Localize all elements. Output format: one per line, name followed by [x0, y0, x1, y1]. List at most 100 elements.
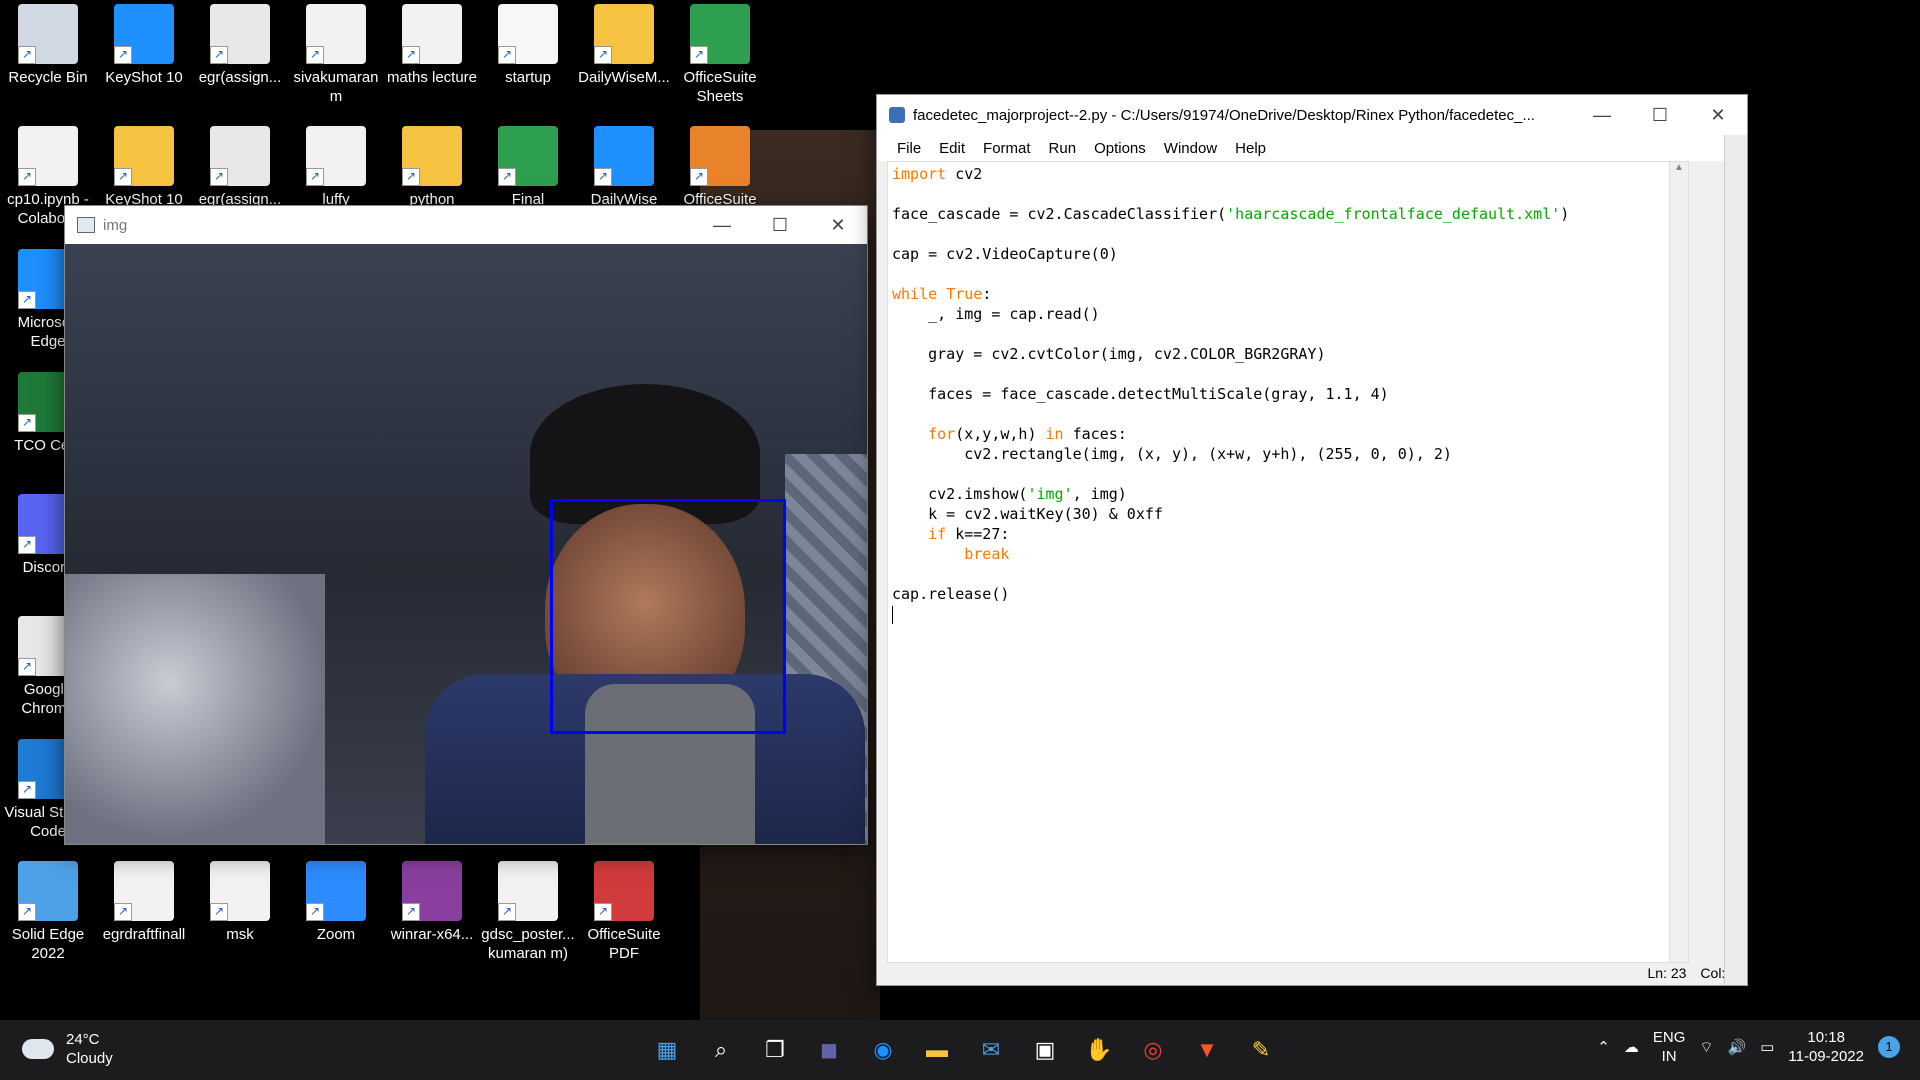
shortcut-arrow-icon: ↗ [210, 168, 228, 186]
code-editor[interactable]: import cv2 face_cascade = cv2.CascadeCla… [887, 161, 1689, 963]
desktop-icon[interactable]: ↗ KeyShot 10 [96, 4, 192, 87]
desktop-icon[interactable]: ↗ gdsc_poster... kumaran m) [480, 861, 576, 963]
shortcut-arrow-icon: ↗ [210, 903, 228, 921]
maximize-button[interactable]: ☐ [751, 215, 809, 236]
desktop-icon[interactable]: ↗ winrar-x64... [384, 861, 480, 944]
idle-titlebar[interactable]: facedetec_majorproject--2.py - C:/Users/… [877, 95, 1747, 135]
desktop-icon-label: Solid Edge 2022 [11, 926, 85, 962]
menu-edit[interactable]: Edit [930, 140, 974, 157]
store-button[interactable]: ▣ [1025, 1030, 1065, 1070]
shortcut-arrow-icon: ↗ [690, 168, 708, 186]
chrome-doc-icon: ↗ [498, 861, 558, 921]
sheets-icon: ↗ [498, 126, 558, 186]
shortcut-arrow-icon: ↗ [306, 168, 324, 186]
wifi-icon[interactable]: ⌔ [1699, 1038, 1713, 1057]
document-icon: ↗ [210, 126, 270, 186]
idle-editor-window[interactable]: facedetec_majorproject--2.py - C:/Users/… [876, 94, 1748, 986]
desktop-icon[interactable]: ↗ maths lecture [384, 4, 480, 87]
desktop-icon[interactable]: ↗ Zoom [288, 861, 384, 944]
desktop-icon-label: startup [505, 69, 551, 86]
shortcut-arrow-icon: ↗ [210, 46, 228, 64]
mail-button[interactable]: ✉ [971, 1030, 1011, 1070]
inkscape-button[interactable]: ✋ [1079, 1030, 1119, 1070]
close-button[interactable]: ✕ [1689, 105, 1747, 126]
idle-statusbar: Ln: 23 Col: 0 [887, 961, 1737, 985]
clock[interactable]: 10:18 11-09-2022 [1788, 1028, 1864, 1066]
menu-window[interactable]: Window [1155, 140, 1226, 157]
close-button[interactable]: ✕ [809, 215, 867, 236]
system-tray: ⌃ ☁ ENG IN ⌔ 🔊 ▭ 10:18 11-09-2022 1 [1583, 1028, 1900, 1066]
desktop-icon[interactable]: ↗ DailyWise [576, 126, 672, 209]
desktop-icon[interactable]: ↗ startup [480, 4, 576, 87]
weather-widget[interactable]: 24°C Cloudy [22, 1030, 113, 1068]
task-view-button[interactable]: ❐ [755, 1030, 795, 1070]
weather-temp: 24°C [66, 1031, 100, 1048]
teams-chat-button[interactable]: ◼ [809, 1030, 849, 1070]
desktop-icon[interactable]: ↗ KeyShot 10 [96, 126, 192, 209]
desktop-icon-label: OfficeSuite PDF [587, 926, 661, 962]
language-indicator[interactable]: ENG IN [1653, 1028, 1686, 1066]
chrome-doc-icon: ↗ [114, 861, 174, 921]
shortcut-arrow-icon: ↗ [306, 903, 324, 921]
pdf-icon: ↗ [594, 861, 654, 921]
cloud-icon [22, 1039, 54, 1059]
chrome-doc-icon: ↗ [18, 126, 78, 186]
brave-button[interactable]: ▼ [1187, 1030, 1227, 1070]
edge-button[interactable]: ◉ [863, 1030, 903, 1070]
python-file-icon [889, 107, 905, 123]
document-icon: ↗ [210, 4, 270, 64]
menu-run[interactable]: Run [1040, 140, 1086, 157]
shortcut-arrow-icon: ↗ [18, 536, 36, 554]
desktop-icon[interactable]: ↗ msk [192, 861, 288, 944]
scroll-up-arrow-icon[interactable]: ▲ [1670, 162, 1688, 173]
notification-badge[interactable]: 1 [1878, 1036, 1900, 1058]
desktop-icon[interactable]: ↗ egr(assign... [192, 126, 288, 209]
desktop-icon[interactable]: ↗ OfficeSuite Sheets [672, 4, 768, 106]
idle-button[interactable]: ✎ [1241, 1030, 1281, 1070]
search-button[interactable]: ⌕ [701, 1030, 741, 1070]
desktop-icon[interactable]: ↗ egr(assign... [192, 4, 288, 87]
file-explorer-button[interactable]: ▬ [917, 1030, 957, 1070]
shortcut-arrow-icon: ↗ [690, 46, 708, 64]
desktop-icon[interactable]: ↗ Final [480, 126, 576, 209]
face-detection-box [550, 499, 786, 734]
show-hidden-icons-chevron-icon[interactable]: ⌃ [1597, 1038, 1610, 1057]
desktop-icon[interactable]: ↗ luffy [288, 126, 384, 209]
desktop-icon[interactable]: ↗ egrdraftfinall [96, 861, 192, 944]
img-window-titlebar[interactable]: img — ☐ ✕ [65, 206, 867, 244]
minimize-button[interactable]: — [1573, 105, 1631, 126]
battery-icon[interactable]: ▭ [1760, 1038, 1774, 1057]
desktop-icon[interactable]: ↗ OfficeSuite PDF [576, 861, 672, 963]
desktop-icon[interactable]: ↗ Recycle Bin [0, 4, 96, 87]
menu-options[interactable]: Options [1085, 140, 1155, 157]
webcam-feed [65, 244, 867, 844]
shortcut-arrow-icon: ↗ [594, 168, 612, 186]
desktop-icon[interactable]: ↗ DailyWiseM... [576, 4, 672, 87]
menu-help[interactable]: Help [1226, 140, 1275, 157]
minimize-button[interactable]: — [693, 215, 751, 236]
desktop-icon[interactable]: ↗ OfficeSuite [672, 126, 768, 209]
desktop-icon[interactable]: ↗ python [384, 126, 480, 209]
vertical-scrollbar[interactable]: ▲ [1669, 162, 1688, 962]
code-text[interactable]: import cv2 face_cascade = cv2.CascadeCla… [888, 162, 1688, 624]
weather-condition: Cloudy [66, 1050, 113, 1067]
volume-icon[interactable]: 🔊 [1728, 1038, 1747, 1057]
shell-window-edge[interactable] [1724, 135, 1747, 985]
clock-time: 10:18 [1807, 1029, 1845, 1046]
text-caret [892, 605, 893, 624]
chrome-button[interactable]: ◎ [1133, 1030, 1173, 1070]
shortcut-arrow-icon: ↗ [18, 658, 36, 676]
desktop-icon[interactable]: ↗ sivakumaran m [288, 4, 384, 106]
desktop-icon[interactable]: ↗ Solid Edge 2022 [0, 861, 96, 963]
maximize-button[interactable]: ☐ [1631, 105, 1689, 126]
menu-file[interactable]: File [877, 140, 930, 157]
start-button[interactable]: ▦ [647, 1030, 687, 1070]
shortcut-arrow-icon: ↗ [18, 781, 36, 799]
shortcut-arrow-icon: ↗ [402, 46, 420, 64]
solidedge-icon: ↗ [18, 861, 78, 921]
img-window[interactable]: img — ☐ ✕ [64, 205, 868, 845]
menu-format[interactable]: Format [974, 140, 1040, 157]
shortcut-arrow-icon: ↗ [18, 168, 36, 186]
onedrive-cloud-icon[interactable]: ☁ [1624, 1038, 1639, 1057]
image-icon: ↗ [306, 126, 366, 186]
